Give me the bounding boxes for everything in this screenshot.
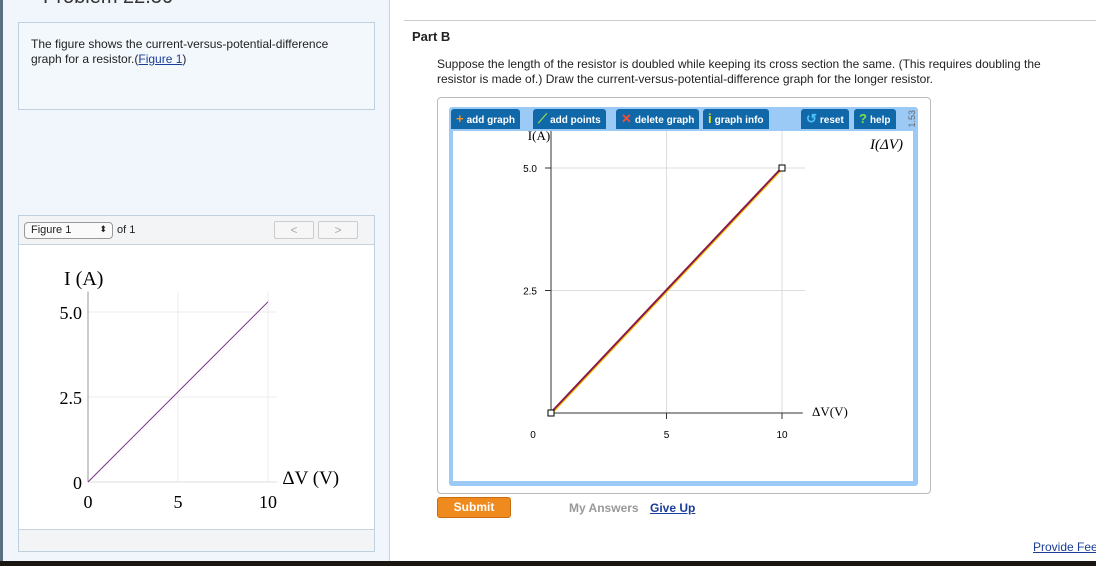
- label: delete graph: [634, 115, 695, 126]
- add-points-button[interactable]: ⟋ add points: [533, 109, 606, 129]
- question-line: Suppose the length of the resistor is do…: [437, 57, 1041, 71]
- reset-button[interactable]: ↺ reset: [801, 109, 849, 129]
- my-answers-link[interactable]: My Answers: [569, 501, 639, 515]
- plus-icon: +: [456, 111, 464, 126]
- x-tick-label: 5: [664, 430, 670, 441]
- y-tick-label: 2.5: [523, 287, 537, 298]
- label: reset: [819, 115, 844, 126]
- x-axis-label: ΔV (V): [282, 468, 339, 489]
- problem-title: Problem 22.50: [43, 0, 173, 9]
- x-tick-label: 10: [776, 430, 788, 441]
- provide-feedback-link[interactable]: Provide Feedback: [1033, 540, 1096, 554]
- version-label: 1.53: [907, 110, 917, 128]
- add-graph-button[interactable]: + add graph: [451, 109, 520, 129]
- delete-graph-button[interactable]: ✕ delete graph: [616, 109, 700, 129]
- y-tick-label: 0: [73, 473, 82, 493]
- point-handle[interactable]: [778, 164, 786, 172]
- answer-chart[interactable]: I(ΔV) I(A) ΔV(V) 2.5 5.0 0 5 10: [453, 123, 913, 481]
- submit-button[interactable]: Submit: [437, 497, 511, 518]
- line-points-icon: ⟋: [538, 111, 548, 126]
- help-icon: ?: [859, 111, 867, 126]
- point-handle[interactable]: [547, 409, 555, 417]
- figure-select[interactable]: Figure 1 ⬍: [24, 222, 113, 239]
- info-icon: i: [708, 111, 712, 126]
- help-button[interactable]: ? help: [854, 109, 896, 129]
- select-arrows-icon: ⬍: [99, 224, 107, 234]
- part-b-label: Part B: [412, 29, 451, 44]
- question-line: resistor is made of.) Draw the current-v…: [437, 72, 933, 86]
- divider: [404, 20, 1096, 21]
- problem-panel: Problem 22.50 The figure shows the curre…: [0, 0, 390, 566]
- chart-title: I(ΔV): [869, 137, 903, 153]
- graph-info-button[interactable]: i graph info: [703, 109, 769, 129]
- y-axis-label: I (A): [64, 268, 103, 290]
- plot-area[interactable]: I(ΔV) I(A) ΔV(V) 2.5 5.0 0 5 10: [453, 123, 913, 481]
- part-b-question: Suppose the length of the resistor is do…: [437, 57, 1096, 87]
- x-icon: ✕: [621, 111, 632, 126]
- figure-link[interactable]: Figure 1: [138, 52, 182, 66]
- graph-tool: + add graph ⟋ add points ✕ delete graph i gr…: [437, 97, 931, 494]
- label: graph info: [714, 115, 764, 126]
- graph-frame: + add graph ⟋ add points ✕ delete graph i gr…: [449, 107, 918, 486]
- figure-header: Figure 1 ⬍ of 1 < >: [19, 216, 374, 245]
- x-axis-label: ΔV(V): [812, 404, 848, 419]
- give-up-link[interactable]: Give Up: [650, 501, 695, 515]
- prev-figure-button[interactable]: <: [274, 221, 314, 239]
- x-tick-label: 5: [174, 492, 183, 512]
- figure-count: of 1: [117, 224, 136, 236]
- figure-chart: I (A) ΔV (V) 0 2.5 5.0 0 5 10: [60, 268, 340, 512]
- figure-footer: [19, 529, 374, 551]
- figure-select-value: Figure 1: [31, 224, 72, 236]
- label: add points: [550, 115, 601, 126]
- x-tick-label: 0: [84, 492, 93, 512]
- reset-icon: ↺: [806, 111, 817, 126]
- label: add graph: [466, 115, 515, 126]
- x-tick-label: 0: [530, 430, 536, 441]
- problem-description: The figure shows the current-versus-pote…: [18, 22, 375, 110]
- y-tick-label: 2.5: [60, 388, 83, 408]
- y-tick-label: 5.0: [523, 164, 537, 175]
- y-tick-label: 5.0: [60, 303, 83, 323]
- x-tick-label: 10: [259, 492, 277, 512]
- figure-viewer: Figure 1 ⬍ of 1 < > I (A) ΔV (V) 0 2.5 5.0 0 5 1…: [18, 215, 375, 552]
- bottom-bar: [0, 561, 1096, 566]
- y-axis-label: I(A): [528, 131, 550, 143]
- next-figure-button[interactable]: >: [318, 221, 358, 239]
- label: help: [869, 115, 891, 126]
